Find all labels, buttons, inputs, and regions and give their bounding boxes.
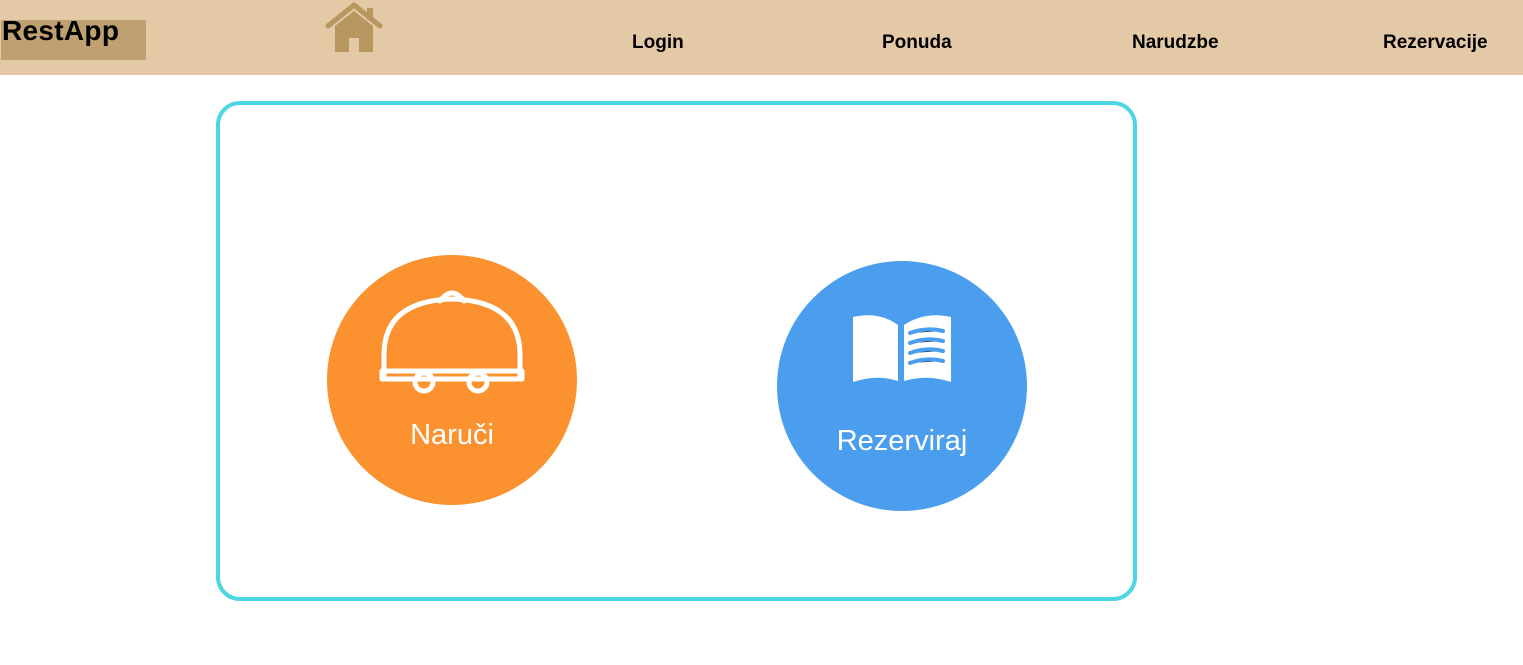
- reserve-label: Rezerviraj: [836, 425, 968, 457]
- reserve-button[interactable]: Rezerviraj: [777, 261, 1027, 511]
- serving-cloche-icon: [379, 290, 525, 394]
- nav-rezervacije[interactable]: Rezervacije: [1383, 32, 1488, 54]
- top-navbar: RestApp Login Ponuda Narudzbe Rezervacij…: [0, 0, 1523, 75]
- nav-ponuda[interactable]: Ponuda: [882, 32, 952, 54]
- home-icon: [325, 2, 383, 52]
- home-link[interactable]: [325, 2, 383, 54]
- order-label: Naruči: [410, 419, 494, 451]
- order-button[interactable]: Naruči: [327, 255, 577, 505]
- nav-narudzbe[interactable]: Narudzbe: [1132, 32, 1219, 54]
- brand-name[interactable]: RestApp: [2, 17, 119, 45]
- nav-login[interactable]: Login: [632, 32, 684, 54]
- open-book-icon: [853, 315, 951, 382]
